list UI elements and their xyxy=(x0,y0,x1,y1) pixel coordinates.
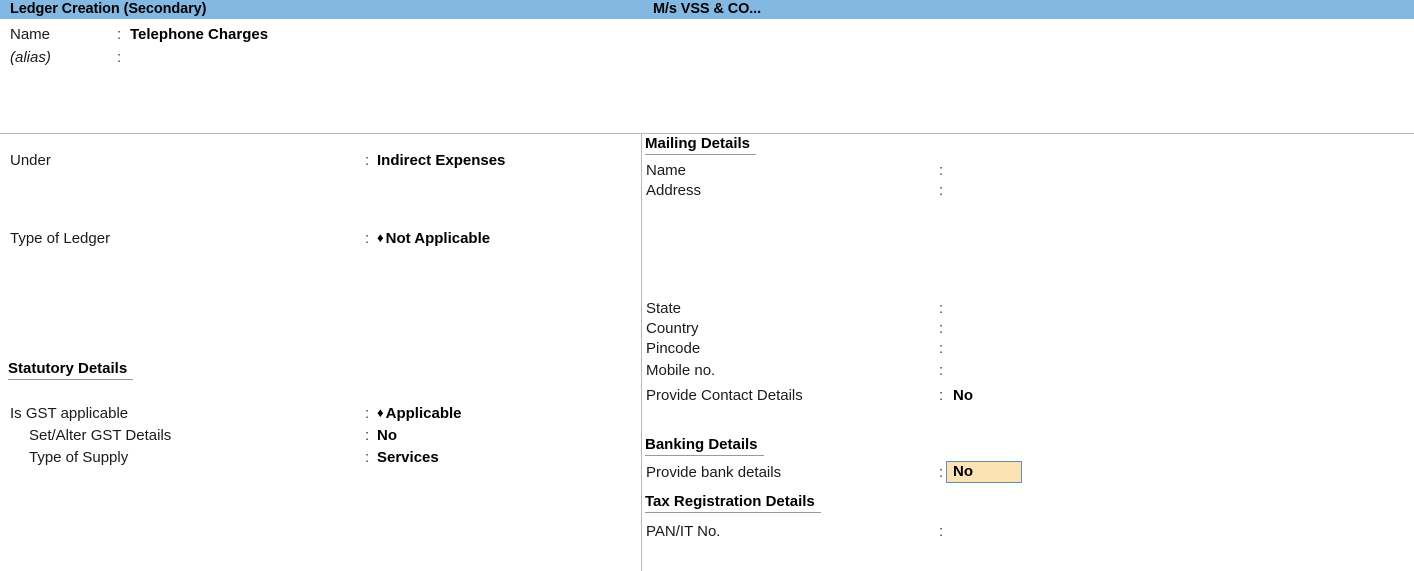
mailing-state-label: State xyxy=(646,300,682,317)
pan-it-no-colon: : xyxy=(939,523,944,540)
provide-bank-details-colon: : xyxy=(939,464,944,481)
under-value[interactable]: Indirect Expenses xyxy=(377,152,505,169)
mailing-address-colon: : xyxy=(939,182,944,199)
provide-contact-details-value[interactable]: No xyxy=(953,387,973,404)
mailing-state-colon: : xyxy=(939,300,944,317)
panel-divider xyxy=(641,134,642,571)
ledger-name-value[interactable]: Telephone Charges xyxy=(130,26,268,43)
set-alter-gst-details-value[interactable]: No xyxy=(377,427,397,444)
ledger-name-colon: : xyxy=(117,26,122,43)
tax-registration-details-heading: Tax Registration Details xyxy=(645,493,821,513)
type-of-ledger-value[interactable]: ♦ Not Applicable xyxy=(377,230,490,247)
mailing-mobile-colon: : xyxy=(939,362,944,379)
provide-contact-details-label: Provide Contact Details xyxy=(646,387,803,404)
type-of-supply-label: Type of Supply xyxy=(29,449,129,466)
provide-contact-details-colon: : xyxy=(939,387,944,404)
statutory-details-heading: Statutory Details xyxy=(8,360,134,380)
pan-it-no-label: PAN/IT No. xyxy=(646,523,721,540)
type-of-ledger-value-text: Not Applicable xyxy=(385,230,491,247)
type-of-supply-colon: : xyxy=(365,449,370,466)
mailing-name-colon: : xyxy=(939,162,944,179)
mailing-mobile-label: Mobile no. xyxy=(646,362,716,379)
mailing-pincode-label: Pincode xyxy=(646,340,701,357)
mailing-address-label: Address xyxy=(646,182,702,199)
under-label: Under xyxy=(10,152,51,169)
type-of-ledger-colon: : xyxy=(365,230,370,247)
mailing-country-label: Country xyxy=(646,320,699,337)
mailing-name-label: Name xyxy=(646,162,687,179)
under-colon: : xyxy=(365,152,370,169)
ledger-name-label: Name xyxy=(10,26,51,43)
is-gst-applicable-value-text: Applicable xyxy=(385,405,462,422)
selection-diamond-icon: ♦ xyxy=(377,405,384,420)
ledger-alias-colon: : xyxy=(117,49,122,66)
ledger-alias-label: (alias) xyxy=(10,49,51,66)
provide-bank-details-label: Provide bank details xyxy=(646,464,782,481)
type-of-ledger-label: Type of Ledger xyxy=(10,230,111,247)
is-gst-applicable-colon: : xyxy=(365,405,370,422)
selection-diamond-icon: ♦ xyxy=(377,230,384,245)
company-name: M/s VSS & CO... xyxy=(652,1,762,17)
is-gst-applicable-label: Is GST applicable xyxy=(10,405,129,422)
is-gst-applicable-value[interactable]: ♦ Applicable xyxy=(377,405,462,422)
header-divider xyxy=(0,133,1414,134)
set-alter-gst-details-colon: : xyxy=(365,427,370,444)
mailing-pincode-colon: : xyxy=(939,340,944,357)
set-alter-gst-details-label: Set/Alter GST Details xyxy=(29,427,172,444)
type-of-supply-value[interactable]: Services xyxy=(377,449,439,466)
banking-details-heading: Banking Details xyxy=(645,436,764,456)
window-title-bar: Ledger Creation (Secondary) M/s VSS & CO… xyxy=(0,0,1414,19)
mailing-country-colon: : xyxy=(939,320,944,337)
mailing-details-heading: Mailing Details xyxy=(645,135,757,155)
provide-bank-details-input[interactable]: No xyxy=(946,461,1022,483)
